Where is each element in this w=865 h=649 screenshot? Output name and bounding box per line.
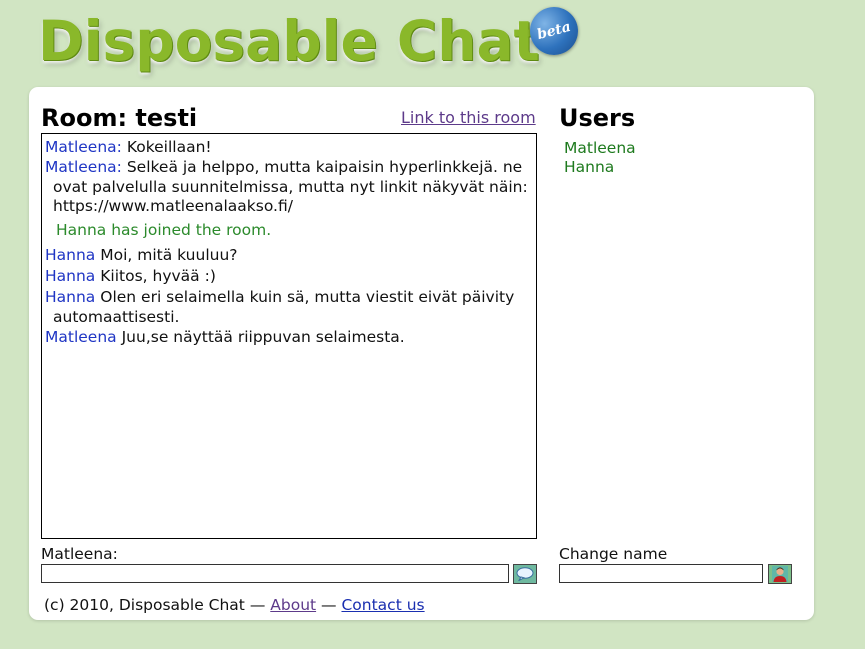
message-text: Olen eri selaimella kuin sä, mutta viest… xyxy=(53,288,515,326)
system-message: Hanna has joined the room. xyxy=(56,221,272,239)
message-nick: Hanna xyxy=(45,267,96,285)
message-nick: Matleena: xyxy=(45,138,122,156)
chat-message: Matleena: Kokeillaan! xyxy=(45,138,536,158)
change-name-label: Change name xyxy=(559,545,668,563)
room-title: Room: testi xyxy=(41,104,198,132)
about-link[interactable]: About xyxy=(270,596,316,614)
message-text: Juu,se näyttää riippuvan selaimesta. xyxy=(121,328,405,346)
contact-link[interactable]: Contact us xyxy=(341,596,424,614)
message-text: Kokeillaan! xyxy=(126,138,212,156)
chat-log[interactable]: Matleena: Kokeillaan! Matleena: Selkeä j… xyxy=(41,133,537,539)
user-list-item: Hanna xyxy=(564,158,615,176)
user-icon xyxy=(772,566,788,582)
chat-message: Matleena: Selkeä ja helppo, mutta kaipai… xyxy=(45,158,536,217)
speech-bubble-icon xyxy=(516,567,534,581)
message-input-label: Matleena: xyxy=(41,545,118,563)
app-logo: Disposable Chat xyxy=(38,9,540,73)
change-name-button[interactable] xyxy=(768,564,792,584)
footer: (c) 2010, Disposable Chat — About — Cont… xyxy=(44,596,425,614)
chat-message: Matleena Juu,se näyttää riippuvan selaim… xyxy=(45,328,536,348)
user-list-item: Matleena xyxy=(564,139,636,157)
send-button[interactable] xyxy=(513,564,537,584)
message-text: Selkeä ja helppo, mutta kaipaisin hyperl… xyxy=(53,158,528,215)
footer-separator: — xyxy=(321,596,337,614)
message-input[interactable] xyxy=(41,564,509,583)
message-text: Kiitos, hyvää :) xyxy=(100,267,216,285)
users-title: Users xyxy=(559,104,636,132)
message-nick: Matleena xyxy=(45,328,117,346)
message-nick: Matleena: xyxy=(45,158,122,176)
room-link[interactable]: Link to this room xyxy=(401,108,536,127)
message-nick: Hanna xyxy=(45,288,96,306)
name-input[interactable] xyxy=(559,564,763,583)
message-nick: Hanna xyxy=(45,246,96,264)
chat-message: Hanna Moi, mitä kuuluu? xyxy=(45,246,536,266)
chat-message: Hanna Olen eri selaimella kuin sä, mutta… xyxy=(45,288,536,327)
footer-copyright: (c) 2010, Disposable Chat — xyxy=(44,596,266,614)
chat-message: Hanna Kiitos, hyvää :) xyxy=(45,267,536,287)
message-text: Moi, mitä kuuluu? xyxy=(100,246,238,264)
